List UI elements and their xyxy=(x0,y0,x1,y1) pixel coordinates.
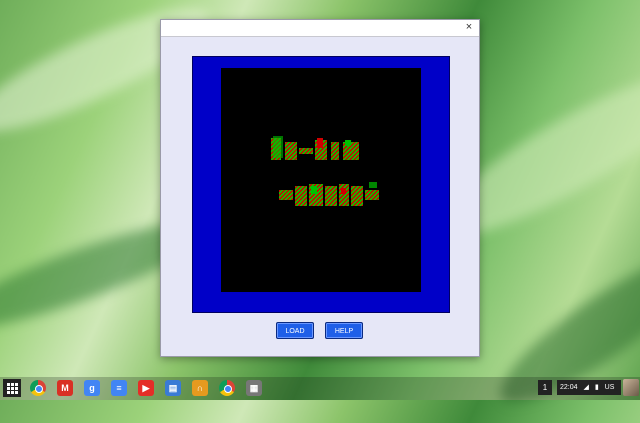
files-icon[interactable]: ▤ xyxy=(165,380,181,396)
ime-indicator: US xyxy=(604,384,615,391)
status-tray[interactable]: 22:04 ◢ ▮ US xyxy=(557,380,621,395)
game-title-graphic xyxy=(271,136,379,206)
title-line-1-graphic xyxy=(271,136,359,160)
chrome-icon[interactable] xyxy=(30,380,46,396)
title-line-2-graphic xyxy=(279,182,379,206)
help-button[interactable]: HELP xyxy=(325,322,363,339)
wifi-icon: ◢ xyxy=(583,384,589,391)
headphones-icon[interactable]: ∩ xyxy=(192,380,208,396)
emulator-screen[interactable] xyxy=(221,68,421,292)
avatar[interactable] xyxy=(623,379,639,396)
load-button[interactable]: LOAD xyxy=(276,322,314,339)
google-search-icon[interactable]: g xyxy=(84,380,100,396)
close-button[interactable]: × xyxy=(463,21,475,33)
emulator-app-icon[interactable]: ▦ xyxy=(246,380,262,396)
window-titlebar[interactable]: × xyxy=(161,20,479,37)
emulator-border xyxy=(192,56,450,313)
app-window: × LOAD HELP xyxy=(160,19,480,357)
chrome-icon-2[interactable] xyxy=(219,380,235,396)
app-launcher-icon[interactable] xyxy=(3,379,21,397)
gmail-icon[interactable]: M xyxy=(57,380,73,396)
clock: 22:04 xyxy=(560,384,578,391)
battery-icon: ▮ xyxy=(594,384,599,391)
docs-icon[interactable]: ≡ xyxy=(111,380,127,396)
workspace-indicator[interactable]: 1 xyxy=(538,380,552,395)
youtube-icon[interactable]: ▶ xyxy=(138,380,154,396)
